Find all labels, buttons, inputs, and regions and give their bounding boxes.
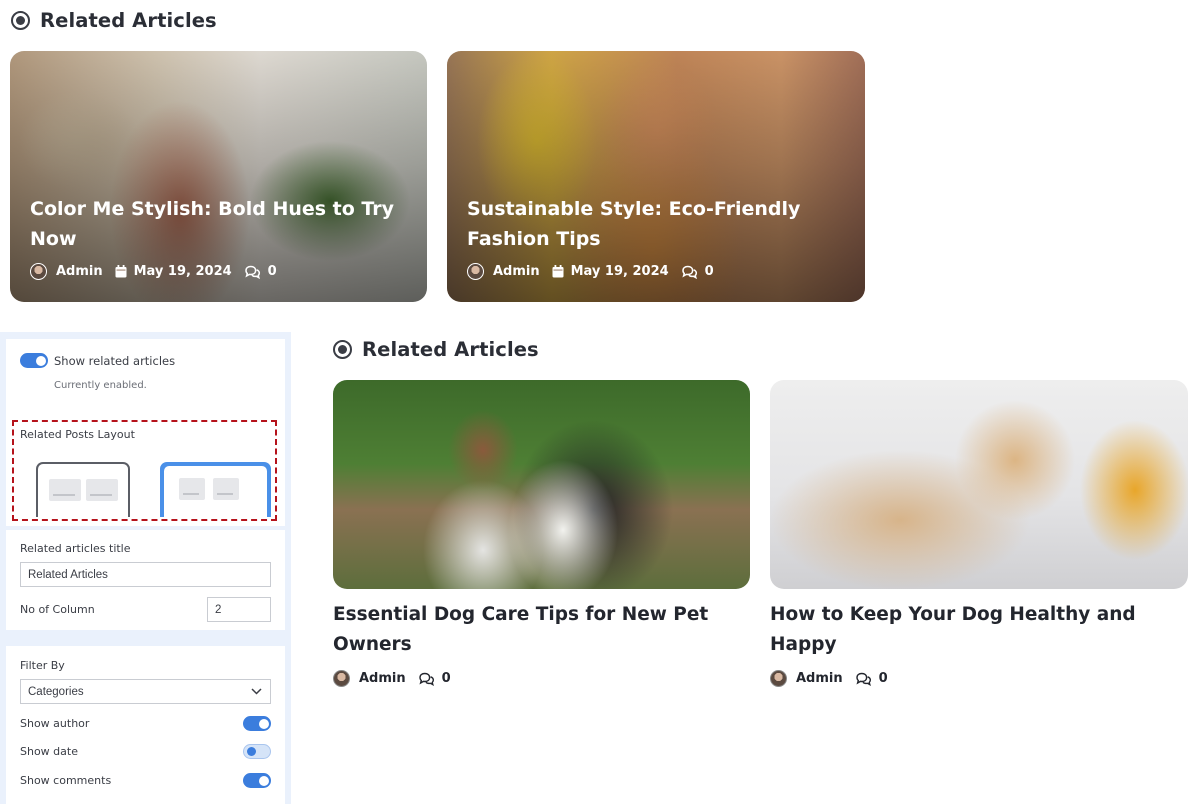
toggle-label: Show author: [20, 717, 90, 730]
comment-count: 0: [441, 671, 451, 686]
show-date-toggle[interactable]: [243, 744, 271, 759]
comment-icon: [418, 672, 435, 686]
filter-select-value: Categories: [28, 685, 84, 698]
article-card[interactable]: Essential Dog Care Tips for New Pet Owne…: [333, 380, 750, 687]
show-related-status: Currently enabled.: [54, 380, 147, 391]
post-date: May 19, 2024: [133, 264, 232, 279]
show-author-toggle[interactable]: [243, 716, 271, 731]
article-card[interactable]: Color Me Stylish: Bold Hues to Try Now A…: [10, 51, 427, 302]
filter-select[interactable]: Categories: [20, 679, 271, 704]
article-image[interactable]: [333, 380, 750, 589]
comment-count: 0: [267, 264, 277, 279]
avatar: [467, 263, 484, 280]
layout-selector: Related Posts Layout: [12, 420, 277, 521]
related-toggle-box: Show related articles Currently enabled.…: [6, 339, 285, 526]
article-card[interactable]: Sustainable Style: Eco-Friendly Fashion …: [447, 51, 865, 302]
show-related-toggle[interactable]: [20, 353, 48, 368]
author-name[interactable]: Admin: [359, 671, 406, 686]
show-comments-toggle[interactable]: [243, 773, 271, 788]
calendar-icon: [115, 265, 127, 278]
comment-count: 0: [704, 264, 714, 279]
toggle-label: Show comments: [20, 774, 112, 787]
radio-selected-icon: [11, 11, 30, 30]
article-title[interactable]: How to Keep Your Dog Healthy and Happy: [770, 600, 1188, 660]
comment-icon: [681, 265, 698, 279]
article-title[interactable]: Sustainable Style: Eco-Friendly Fashion …: [467, 194, 835, 254]
settings-panel: Show related articles Currently enabled.…: [0, 332, 291, 804]
article-title[interactable]: Color Me Stylish: Bold Hues to Try Now: [30, 194, 397, 254]
related-articles-header: Related Articles: [333, 338, 539, 361]
article-meta: Admin 0: [333, 670, 750, 687]
post-date: May 19, 2024: [570, 264, 669, 279]
title-field-label: Related articles title: [20, 542, 131, 555]
section-title: Related Articles: [362, 338, 539, 361]
layout-option-grid[interactable]: [160, 462, 271, 517]
show-related-label: Show related articles: [54, 354, 176, 368]
section-title: Related Articles: [40, 9, 217, 32]
filter-label: Filter By: [20, 659, 65, 672]
comment-icon: [855, 672, 872, 686]
avatar: [30, 263, 47, 280]
article-meta: Admin May 19, 2024 0: [467, 263, 714, 280]
radio-selected-icon: [333, 340, 352, 359]
article-meta: Admin May 19, 2024 0: [30, 263, 277, 280]
author-name[interactable]: Admin: [796, 671, 843, 686]
article-title[interactable]: Essential Dog Care Tips for New Pet Owne…: [333, 600, 750, 660]
comment-count: 0: [878, 671, 888, 686]
columns-label: No of Column: [20, 603, 95, 616]
filter-settings-box: Filter By Categories Show author Show da…: [6, 646, 285, 804]
layout-option-list[interactable]: [36, 462, 130, 517]
author-name[interactable]: Admin: [493, 264, 540, 279]
related-articles-header: Related Articles: [11, 9, 217, 32]
avatar: [770, 670, 787, 687]
title-settings-box: Related articles title Related Articles …: [6, 530, 285, 630]
related-title-input[interactable]: Related Articles: [20, 562, 271, 587]
author-name[interactable]: Admin: [56, 264, 103, 279]
comment-icon: [244, 265, 261, 279]
toggle-label: Show date: [20, 745, 78, 758]
calendar-icon: [552, 265, 564, 278]
chevron-down-icon: [251, 688, 262, 695]
avatar: [333, 670, 350, 687]
article-meta: Admin 0: [770, 670, 1188, 687]
article-image[interactable]: [770, 380, 1188, 589]
columns-input[interactable]: 2: [207, 597, 271, 622]
article-card[interactable]: How to Keep Your Dog Healthy and Happy A…: [770, 380, 1188, 687]
layout-label: Related Posts Layout: [20, 428, 135, 441]
